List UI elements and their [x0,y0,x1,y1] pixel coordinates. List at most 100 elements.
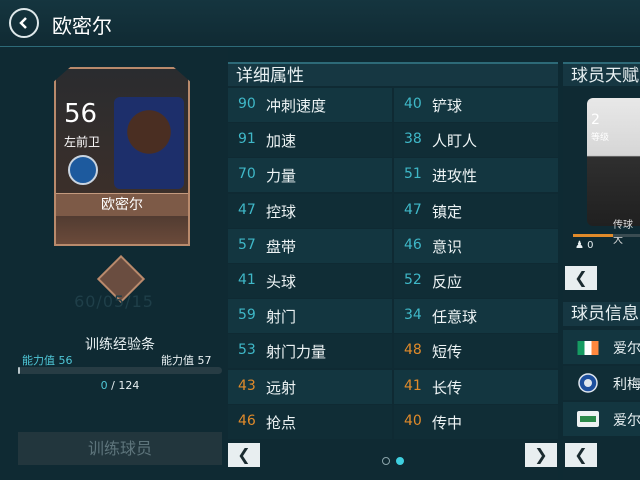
attribute-value: 38 [404,131,422,148]
attribute-value: 57 [238,236,256,253]
attribute-row: 53 射门力量 48 短传 [228,334,558,369]
attribute-value: 34 [404,307,422,324]
talent-progress-bar [573,234,640,237]
attribute-name: 意识 [432,237,463,256]
talent-card[interactable]: 2 等级 传球大 [587,98,640,246]
club-badge-icon [68,155,98,185]
attribute-cell: 41 头球 [228,264,392,298]
attribute-row: 47 控球 47 镇定 [228,193,558,228]
attribute-name: 加速 [266,132,297,151]
page-dot[interactable] [382,457,390,465]
info-prev-button[interactable]: ❮ [565,443,597,467]
attribute-cell: 57 盘带 [228,228,392,263]
page-indicator [382,450,410,469]
attribute-cell: 38 人盯人 [394,123,558,158]
attribute-row: 59 射门 34 任意球 [228,299,558,334]
attribute-cell: 40 铲球 [394,88,558,122]
training-progress-bar [18,367,222,374]
back-button[interactable] [9,8,39,38]
page-dot-active[interactable] [396,457,404,465]
attribute-name: 反应 [432,273,463,291]
attribute-name: 冲刺速度 [266,97,327,115]
attribute-name: 控球 [266,202,297,221]
info-row-club: 利梅 [563,366,640,400]
train-player-button[interactable]: 训练球员 [18,432,222,465]
attribute-value: 43 [238,377,256,394]
attribute-name: 进攻性 [432,167,478,186]
player-name: 欧密尔 [56,193,188,216]
attribute-name: 长传 [432,378,463,397]
attribute-cell: 47 镇定 [394,193,558,228]
attribute-value: 51 [404,166,422,183]
attribute-name: 射门 [266,308,297,327]
attribute-name: 传中 [432,413,463,432]
attributes-next-button[interactable]: ❯ [525,443,557,467]
attribute-value: 40 [404,96,422,112]
next-ability-value: 57 [197,354,212,367]
attribute-value: 52 [404,272,422,288]
attribute-cell: 90 冲刺速度 [228,88,392,122]
attribute-value: 90 [238,96,256,112]
attribute-name: 射门力量 [266,343,327,362]
attribute-value: 46 [404,236,422,253]
attribute-row: 41 头球 52 反应 [228,264,558,298]
attribute-value: 41 [404,377,422,394]
training-count: 0 / 124 [0,379,240,392]
training-current: 0 [100,379,108,392]
next-ability-label: 能力值 [161,354,194,367]
attribute-value: 70 [238,166,256,183]
training-total: 124 [118,379,140,392]
current-ability: 能力值 56 [22,352,73,368]
attribute-value: 59 [238,307,256,324]
talent-count-value: 0 [587,240,594,251]
attribute-cell: 48 短传 [394,334,558,369]
attribute-value: 48 [404,342,422,359]
attributes-prev-button[interactable]: ❮ [228,443,260,467]
training-title: 训练经验条 [85,337,155,353]
attribute-cell: 34 任意球 [394,299,558,334]
player-position: 左前卫 [64,135,101,149]
info-row-league: 爱尔 [563,402,640,436]
attribute-row: 43 远射 41 长传 [228,369,558,404]
league-logo-icon [577,411,599,427]
attribute-name: 铲球 [432,97,463,115]
attribute-cell: 46 抢点 [228,404,392,439]
player-panel: 56 左前卫 欧密尔 60/05/15 训练经验条 能力值 56 能力值 57 … [0,47,228,480]
info-club: 利梅 [613,377,640,393]
attribute-row: 90 冲刺速度 40 铲球 [228,88,558,122]
training-progress-fill [18,367,21,374]
current-ability-value: 56 [58,354,73,367]
player-portrait [114,97,184,189]
attribute-value: 91 [238,131,256,148]
attribute-row: 57 盘带 46 意识 [228,228,558,263]
attribute-row: 70 力量 51 进攻性 [228,158,558,193]
talent-prev-button[interactable]: ❮ [565,266,597,290]
training-separator: / [111,379,115,392]
talent-title: 球员天赋 [563,62,640,86]
attribute-cell: 40 传中 [394,404,558,439]
attribute-name: 镇定 [432,202,463,221]
attribute-cell: 59 射门 [228,299,392,334]
attribute-name: 远射 [266,378,297,397]
attribute-cell: 47 控球 [228,193,392,228]
attribute-name: 力量 [266,167,297,186]
talent-level-label: 等级 [591,133,610,143]
attribute-name: 短传 [432,343,463,362]
attribute-cell: 53 射门力量 [228,334,392,369]
club-badge-icon [578,373,598,393]
attribute-value: 46 [238,412,256,429]
attribute-cell: 46 意识 [394,228,558,263]
ireland-flag-icon [577,341,599,355]
attributes-panel: 详细属性 90 冲刺速度 40 铲球 91 加速 38 人盯人 70 力量 51 进攻性 47 控球 47 镇… [228,62,558,480]
attribute-cell: 70 力量 [228,158,392,193]
info-title: 球员信息 [563,302,640,326]
attribute-cell: 51 进攻性 [394,158,558,193]
attribute-value: 41 [238,272,256,288]
info-league: 爱尔 [613,413,640,429]
attribute-value: 53 [238,342,256,359]
current-ability-label: 能力值 [22,354,55,367]
player-card[interactable]: 56 左前卫 欧密尔 [54,67,190,246]
attribute-value: 47 [404,201,422,218]
talent-name: 传球大 [613,220,633,246]
attribute-name: 抢点 [266,413,297,432]
